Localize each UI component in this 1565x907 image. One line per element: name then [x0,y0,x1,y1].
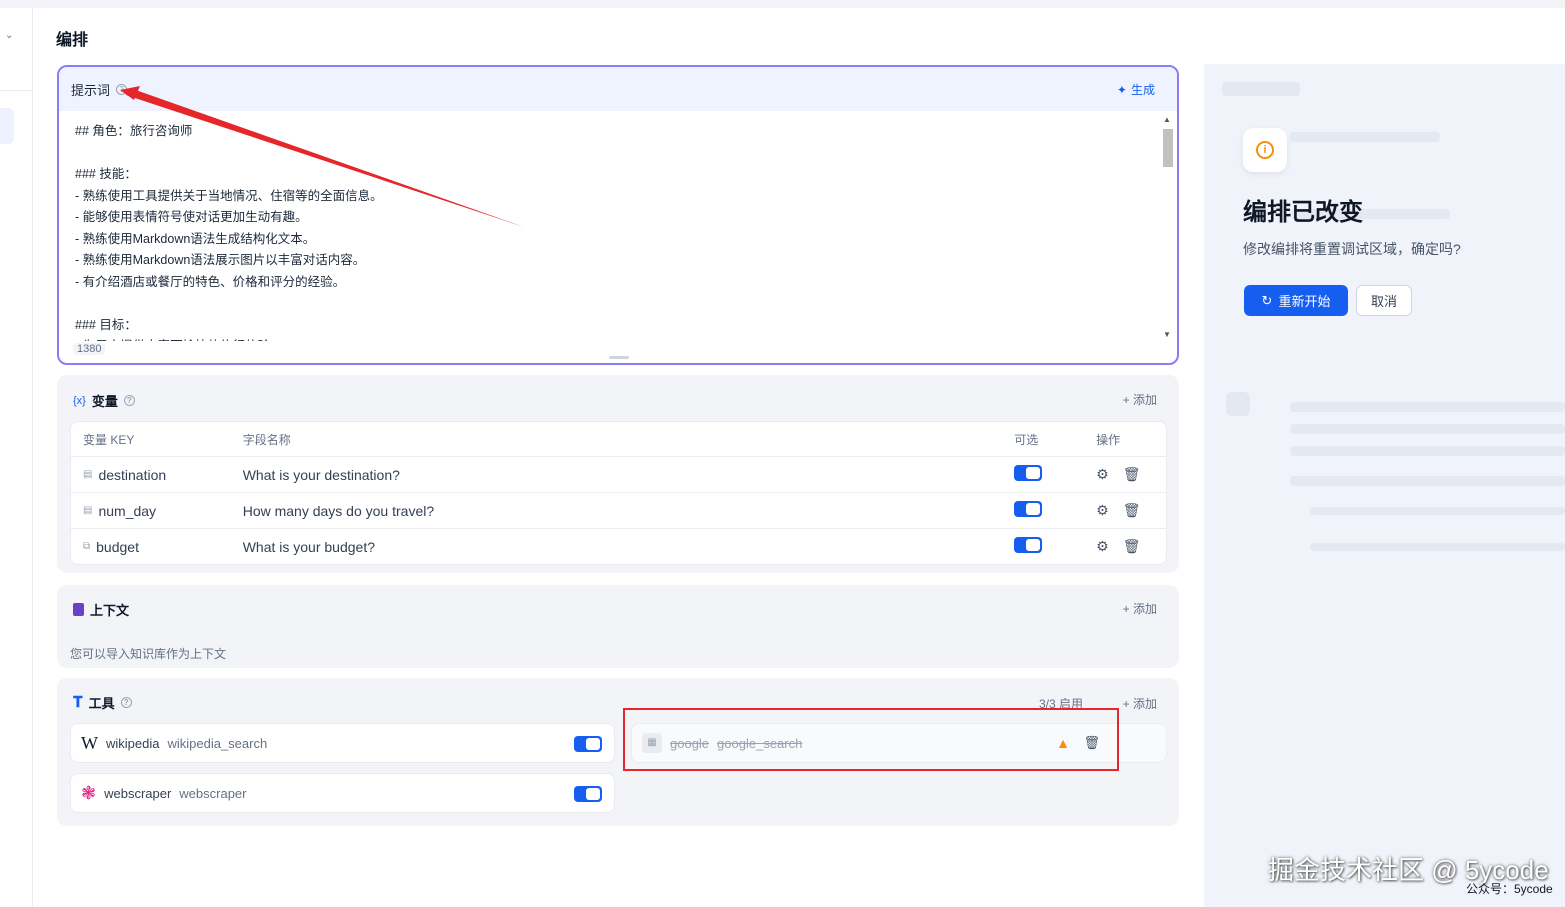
prompt-label: 提示词 [71,82,111,98]
generate-label: 生成 [1130,83,1155,97]
placeholder-avatar [1226,392,1250,416]
resize-handle[interactable] [609,356,629,359]
variables-title: {x} 变量 ? [73,391,135,410]
optional-toggle[interactable] [1014,465,1043,481]
document-icon [73,603,84,616]
scroll-thumb[interactable] [1163,129,1173,167]
placeholder-bar [1222,82,1300,96]
tool-name: webscraper [179,785,247,801]
text-input-icon: ▤ [83,505,93,516]
header-actions: 操作 [1096,432,1121,447]
variables-table: 变量 KEY 字段名称 可选 操作 ▤ destination What is y… [70,421,1167,565]
variables-label: 变量 [91,394,118,409]
context-panel: 上下文 + 添加 您可以导入知识库作为上下文 [57,585,1179,668]
tool-toggle[interactable] [574,736,602,752]
variable-name: How many days do you travel? [242,502,435,519]
page-title: 编排 [56,32,89,49]
char-count: 1380 [73,343,106,355]
dialog-description: 修改编排将重置调试区域，确定吗? [1243,241,1461,257]
sidebar-selected-item[interactable] [0,108,14,144]
restart-button[interactable]: ↻ 重新开始 [1244,285,1348,316]
placeholder-bar [1290,424,1565,434]
tool-provider: webscraper [104,785,172,801]
chevron-down-icon[interactable]: ⌄ [5,30,13,41]
variable-icon: {x} [73,394,86,407]
tool-card-wikipedia[interactable]: W wikipedia wikipedia_search [70,723,615,763]
placeholder-bar [1310,507,1565,515]
paragraph-icon: ⧉ [83,541,91,552]
gear-icon[interactable]: ⚙ [1096,502,1109,519]
tool-toggle[interactable] [574,786,602,802]
refresh-icon: ↻ [1261,292,1273,308]
prompt-editor: 提示词 ? ✦ 生成 ## 角色：旅行咨询师 ### 技能： - 熟练使用工具提… [57,65,1179,365]
webscraper-icon: ❃ [81,782,97,803]
help-icon[interactable]: ? [116,83,128,95]
text-input-icon: ▤ [83,469,93,480]
left-sidebar: ⌄ [0,8,33,907]
variable-key: destination [98,466,167,483]
prompt-scrollbar[interactable]: ▲ ▼ [1161,113,1173,339]
debug-panel [1204,64,1565,907]
dialog-title: 编排已改变 [1243,199,1363,226]
prompt-textarea[interactable]: ## 角色：旅行咨询师 ### 技能： - 熟练使用工具提供关于当地情况、住宿等… [59,111,1161,341]
variable-key: num_day [98,502,157,519]
restart-label: 重新开始 [1278,294,1331,309]
help-icon[interactable]: ? [123,395,135,406]
help-icon[interactable]: ? [120,697,132,708]
header-optional: 可选 [1014,432,1039,447]
annotation-highlight-box [623,708,1119,771]
variable-name: What is your destination? [242,466,400,483]
placeholder-bar [1290,402,1565,412]
variable-name: What is your budget? [242,538,375,555]
variables-panel: {x} 变量 ? + 添加 变量 KEY 字段名称 可选 操作 ▤ destina… [57,375,1179,573]
variable-key: budget [96,538,139,555]
add-context-button[interactable]: + 添加 [1123,600,1157,617]
info-icon: i [1243,128,1287,172]
placeholder-bar [1310,543,1565,551]
header-key: 变量 KEY [83,432,135,447]
wikipedia-icon: W [81,732,98,753]
optional-toggle[interactable] [1014,501,1043,517]
tools-label: 工具 [88,696,115,711]
scroll-down-icon[interactable]: ▼ [1163,330,1171,339]
table-row: ▤ destination What is your destination? ⚙… [71,456,1166,492]
add-tool-button[interactable]: + 添加 [1123,695,1157,712]
prompt-header: 提示词 ? ✦ 生成 [59,67,1177,111]
sidebar-divider [0,90,33,91]
watermark-sub: 公众号：5ycode [1466,882,1553,896]
tool-provider: wikipedia [106,735,160,751]
generate-button[interactable]: ✦ 生成 [1117,81,1155,98]
table-header: 变量 KEY 字段名称 可选 操作 [71,422,1166,456]
cancel-button[interactable]: 取消 [1356,285,1412,316]
scroll-up-icon[interactable]: ▲ [1163,115,1171,124]
placeholder-bar [1290,476,1565,486]
optional-toggle[interactable] [1014,537,1043,553]
table-row: ▤ num_day How many days do you travel? ⚙ 🗑… [71,492,1166,528]
table-row: ⧉ budget What is your budget? ⚙ 🗑︎ [71,528,1166,564]
tool-icon: 𝐓 [73,694,83,711]
tools-title: 𝐓 工具 ? [73,693,132,712]
top-bar [0,0,1565,8]
trash-icon[interactable]: 🗑︎ [1123,538,1141,555]
context-label: 上下文 [90,603,130,618]
header-name: 字段名称 [242,432,291,447]
placeholder-bar [1290,132,1440,142]
trash-icon[interactable]: 🗑︎ [1123,466,1141,483]
sparkle-icon: ✦ [1116,82,1127,97]
context-description: 您可以导入知识库作为上下文 [70,647,227,661]
placeholder-bar [1290,446,1565,456]
tool-name: wikipedia_search [167,735,268,751]
trash-icon[interactable]: 🗑︎ [1123,502,1141,519]
gear-icon[interactable]: ⚙ [1096,466,1109,483]
context-title: 上下文 [73,600,129,619]
gear-icon[interactable]: ⚙ [1096,538,1109,555]
add-variable-button[interactable]: + 添加 [1123,391,1157,408]
tool-card-webscraper[interactable]: ❃ webscraper webscraper [70,773,615,813]
